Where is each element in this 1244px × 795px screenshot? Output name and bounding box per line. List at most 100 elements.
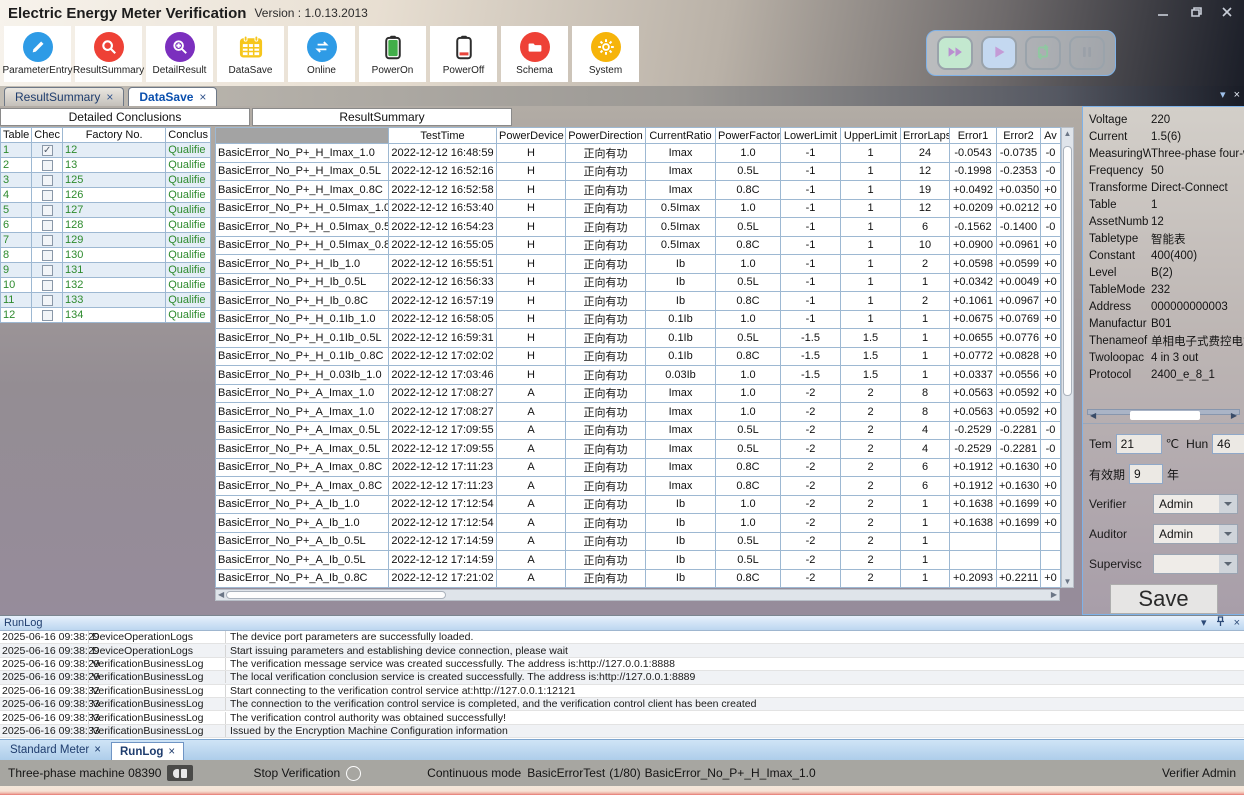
loop-button[interactable] (1025, 36, 1061, 70)
conclusion-row[interactable]: 4126Qualifie (1, 188, 211, 203)
bottom-tab-runlog[interactable]: RunLog× (111, 742, 184, 761)
scroll-right-icon[interactable]: ▶ (1051, 590, 1057, 600)
tab-close-icon[interactable]: × (199, 90, 206, 104)
restore-button[interactable] (1184, 4, 1206, 20)
result-row[interactable]: BasicError_No_P+_A_Imax_0.8C2022-12-12 1… (216, 458, 1061, 477)
toolbar-button-datasave[interactable]: DataSave (217, 26, 284, 82)
row-checkbox[interactable] (42, 190, 53, 201)
row-checkbox[interactable] (42, 295, 53, 306)
params-scroll-right-icon[interactable]: ▶ (1231, 411, 1237, 420)
params-scrollbar-thumb[interactable] (1130, 411, 1199, 420)
result-row[interactable]: BasicError_No_P+_A_Ib_0.5L2022-12-12 17:… (216, 532, 1061, 551)
conclusion-row[interactable]: 10132Qualifie (1, 278, 211, 293)
tab-close-icon[interactable]: × (106, 90, 113, 104)
bottom-tab-standard-meter[interactable]: Standard Meter× (2, 743, 109, 757)
row-checkbox[interactable] (42, 280, 53, 291)
result-row[interactable]: BasicError_No_P+_H_Imax_1.02022-12-12 16… (216, 144, 1061, 163)
bottom-tab-close-icon[interactable]: × (168, 746, 175, 758)
fast-forward-button[interactable] (937, 36, 973, 70)
conclusion-row[interactable]: 12134Qualifie (1, 308, 211, 323)
horizontal-scrollbar-thumb[interactable] (226, 591, 446, 599)
humidity-input[interactable] (1212, 434, 1244, 454)
toolbar-button-resultsummary[interactable]: ResultSummary (75, 26, 142, 82)
result-row[interactable]: BasicError_No_P+_H_0.5Imax_1.02022-12-12… (216, 199, 1061, 218)
tab-resultsummary[interactable]: ResultSummary× (4, 87, 124, 106)
conclusion-row[interactable]: 9131Qualifie (1, 263, 211, 278)
row-checkbox[interactable] (42, 235, 53, 246)
result-row[interactable]: BasicError_No_P+_A_Imax_0.8C2022-12-12 1… (216, 477, 1061, 496)
scroll-up-icon[interactable]: ▲ (1062, 129, 1073, 138)
supervisc-dropdown[interactable] (1153, 554, 1238, 574)
stop-verification-indicator[interactable] (346, 766, 361, 781)
play-button[interactable] (981, 36, 1017, 70)
result-row[interactable]: BasicError_No_P+_A_Imax_0.5L2022-12-12 1… (216, 440, 1061, 459)
chevron-down-icon[interactable] (1219, 525, 1237, 543)
runlog-pin-icon[interactable] (1216, 616, 1225, 630)
result-row[interactable]: BasicError_No_P+_H_Ib_0.5L2022-12-12 16:… (216, 273, 1061, 292)
row-checkbox[interactable] (42, 220, 53, 231)
chevron-down-icon[interactable] (1219, 495, 1237, 513)
bottom-tab-close-icon[interactable]: × (94, 744, 101, 756)
result-row[interactable]: BasicError_No_P+_H_0.5Imax_0.5L2022-12-1… (216, 218, 1061, 237)
toolbar-button-poweroff[interactable]: PowerOff (430, 26, 497, 82)
chevron-down-icon[interactable] (1219, 555, 1237, 573)
toolbar-button-online[interactable]: Online (288, 26, 355, 82)
result-row[interactable]: BasicError_No_P+_H_0.1Ib_0.5L2022-12-12 … (216, 329, 1061, 348)
scroll-left-icon[interactable]: ◀ (218, 590, 224, 600)
conclusion-row[interactable]: 5127Qualifie (1, 203, 211, 218)
result-row[interactable]: BasicError_No_P+_H_Ib_0.8C2022-12-12 16:… (216, 292, 1061, 311)
conclusion-row[interactable]: 8130Qualifie (1, 248, 211, 263)
vertical-scrollbar-thumb[interactable] (1063, 146, 1072, 396)
runlog-chevron-icon[interactable]: ▾ (1201, 617, 1207, 629)
vertical-scrollbar[interactable]: ▲ ▼ (1061, 127, 1074, 588)
toolbar-button-schema[interactable]: Schema (501, 26, 568, 82)
params-horizontal-scrollbar[interactable]: ◀ ▶ (1087, 409, 1240, 415)
result-row[interactable]: BasicError_No_P+_A_Ib_0.8C2022-12-12 17:… (216, 569, 1061, 588)
scroll-down-icon[interactable]: ▼ (1062, 577, 1073, 586)
verifier-dropdown[interactable]: Admin (1153, 494, 1238, 514)
toolbar-button-detailresult[interactable]: DetailResult (146, 26, 213, 82)
result-row[interactable]: BasicError_No_P+_A_Ib_0.5L2022-12-12 17:… (216, 551, 1061, 570)
tab-list-chevron-icon[interactable]: ▾ (1220, 88, 1226, 102)
tab-close-icon[interactable]: × (1234, 88, 1240, 102)
result-row[interactable]: BasicError_No_P+_H_Imax_0.8C2022-12-12 1… (216, 181, 1061, 200)
row-checkbox[interactable] (42, 175, 53, 186)
result-row[interactable]: BasicError_No_P+_H_Ib_1.02022-12-12 16:5… (216, 255, 1061, 274)
validity-input[interactable] (1129, 464, 1163, 484)
result-row[interactable]: BasicError_No_P+_H_Imax_0.5L2022-12-12 1… (216, 162, 1061, 181)
result-row[interactable]: BasicError_No_P+_A_Ib_1.02022-12-12 17:1… (216, 495, 1061, 514)
row-checkbox[interactable] (42, 310, 53, 321)
conclusion-row[interactable]: 213Qualifie (1, 158, 211, 173)
toolbar-button-system[interactable]: System (572, 26, 639, 82)
tab-datasave[interactable]: DataSave× (128, 87, 217, 106)
result-row[interactable]: BasicError_No_P+_H_0.5Imax_0.8C2022-12-1… (216, 236, 1061, 255)
result-row[interactable]: BasicError_No_P+_H_0.1Ib_1.02022-12-12 1… (216, 310, 1061, 329)
row-checkbox[interactable] (42, 265, 53, 276)
result-row[interactable]: BasicError_No_P+_A_Imax_0.5L2022-12-12 1… (216, 421, 1061, 440)
conclusion-row[interactable]: 7129Qualifie (1, 233, 211, 248)
pause-button[interactable] (1069, 36, 1105, 70)
params-scroll-left-icon[interactable]: ◀ (1090, 411, 1096, 420)
row-checkbox[interactable] (42, 160, 53, 171)
result-row[interactable]: BasicError_No_P+_A_Imax_1.02022-12-12 17… (216, 403, 1061, 422)
horizontal-scrollbar[interactable]: ◀ ▶ (215, 589, 1060, 601)
conclusion-row[interactable]: 1✓12Qualifie (1, 143, 211, 158)
auditor-dropdown[interactable]: Admin (1153, 524, 1238, 544)
result-row[interactable]: BasicError_No_P+_A_Imax_1.02022-12-12 17… (216, 384, 1061, 403)
row-checkbox[interactable] (42, 205, 53, 216)
temperature-input[interactable] (1116, 434, 1162, 454)
runlog-close-icon[interactable]: × (1234, 617, 1240, 629)
result-row[interactable]: BasicError_No_P+_A_Ib_1.02022-12-12 17:1… (216, 514, 1061, 533)
minimize-button[interactable] (1152, 4, 1174, 20)
save-button[interactable]: Save (1110, 584, 1218, 614)
close-button[interactable] (1216, 4, 1238, 20)
result-row[interactable]: BasicError_No_P+_H_0.1Ib_0.8C2022-12-12 … (216, 347, 1061, 366)
row-checkbox-checked[interactable]: ✓ (42, 145, 53, 156)
conclusion-row[interactable]: 3125Qualifie (1, 173, 211, 188)
row-checkbox[interactable] (42, 250, 53, 261)
conclusion-row[interactable]: 11133Qualifie (1, 293, 211, 308)
toolbar-button-poweron[interactable]: PowerOn (359, 26, 426, 82)
conclusion-row[interactable]: 6128Qualifie (1, 218, 211, 233)
result-row[interactable]: BasicError_No_P+_H_0.03Ib_1.02022-12-12 … (216, 366, 1061, 385)
toolbar-button-parameterentry[interactable]: ParameterEntry (4, 26, 71, 82)
